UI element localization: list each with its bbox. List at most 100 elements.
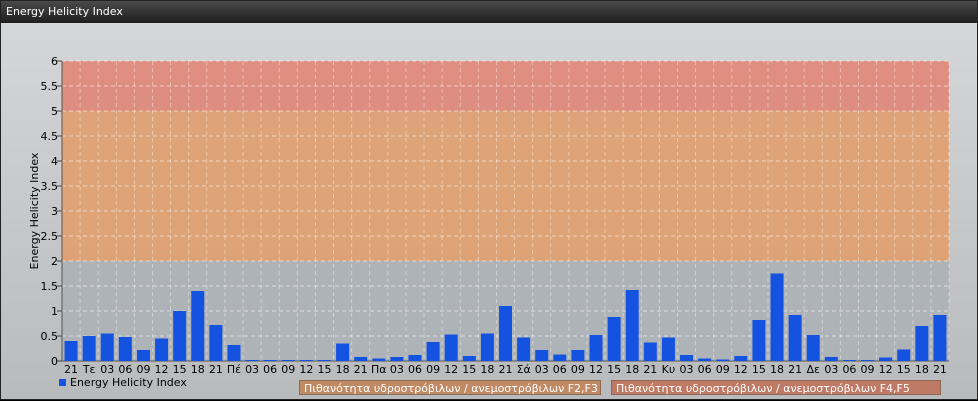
bar [245, 360, 259, 361]
bar [444, 334, 458, 361]
x-tick-label: 18 [480, 363, 494, 376]
chart-svg: 0 0.5 1 1.5 2 2.5 3 3.5 4 4.5 5 5.5 6 21 Τε 03 06 09 12 15… [28, 55, 950, 376]
x-tick-label: 06 [698, 363, 712, 376]
bar [480, 333, 494, 361]
bar [698, 358, 712, 361]
bar [589, 335, 603, 361]
bar [643, 342, 657, 361]
bar [535, 350, 549, 361]
x-tick-label: 15 [752, 363, 766, 376]
bar [752, 320, 766, 361]
bar [227, 345, 241, 361]
y-tick-label: 0.5 [41, 330, 59, 343]
x-tick-label: 09 [426, 363, 440, 376]
bar [806, 335, 820, 361]
x-tick-label: 03 [390, 363, 404, 376]
bar [263, 360, 277, 361]
bar [136, 350, 150, 361]
bar [408, 355, 422, 361]
bar [770, 273, 784, 361]
bar [716, 359, 730, 361]
bar [788, 315, 802, 361]
x-tick-label: 12 [444, 363, 458, 376]
x-tick-label: 15 [607, 363, 621, 376]
x-tick-label: 15 [897, 363, 911, 376]
bar [281, 360, 295, 361]
y-axis-label: Energy Helicity Index [28, 152, 41, 269]
x-tick-label: 06 [408, 363, 422, 376]
x-axis-ticks: 21 Τε 03 06 09 12 15 18 21 Πέ 03 06 09 12 15 18 21 Πα 03 06… [64, 363, 947, 376]
x-tick-label: 21 [499, 363, 513, 376]
x-tick-label: 03 [824, 363, 838, 376]
bar [661, 337, 675, 361]
x-tick-label: Σά [517, 363, 531, 376]
bar [499, 306, 512, 361]
bar [462, 356, 476, 361]
y-tick-label: 4 [51, 155, 58, 168]
x-tick-label: 06 [118, 363, 132, 376]
x-tick-label: Πέ [227, 363, 241, 376]
x-tick-label: Δε [806, 363, 820, 376]
bar [607, 317, 621, 361]
x-tick-label: 21 [933, 363, 947, 376]
bar [317, 360, 331, 361]
bar [118, 337, 132, 361]
bar [390, 357, 404, 361]
y-tick-label: 6 [51, 55, 58, 68]
zone-f4-f5-box: Πιθανότητα υδροστρόβιλων / ανεμοστρόβιλω… [611, 380, 941, 395]
bar [824, 357, 838, 361]
x-tick-label: 06 [263, 363, 277, 376]
x-tick-label: 21 [354, 363, 368, 376]
bar [517, 337, 531, 361]
bar [354, 357, 368, 361]
bar [734, 356, 748, 361]
y-tick-label: 0 [51, 355, 58, 368]
bar [915, 326, 929, 361]
y-tick-label: 1.5 [41, 280, 59, 293]
bar [209, 325, 223, 361]
x-tick-label: 21 [209, 363, 223, 376]
bar [173, 311, 187, 361]
y-axis-ticks: 0 0.5 1 1.5 2 2.5 3 3.5 4 4.5 5 5.5 6 [41, 55, 59, 368]
x-tick-label: 03 [535, 363, 549, 376]
x-tick-label: 21 [788, 363, 802, 376]
bar [64, 341, 78, 361]
bar [842, 360, 856, 361]
bar [372, 358, 386, 361]
chart-window: Energy Helicity Index 0 0.5 1 1.5 2 2.5 3 3.5 4 4… [0, 0, 978, 400]
x-tick-label: 09 [571, 363, 585, 376]
bar [299, 360, 313, 361]
y-tick-label: 5 [51, 105, 58, 118]
bar [625, 290, 639, 361]
bar [191, 291, 205, 361]
legend-label: Energy Helicity Index [70, 376, 187, 389]
y-tick-label: 5.5 [41, 80, 59, 93]
bar [100, 333, 114, 361]
x-tick-label: 18 [625, 363, 639, 376]
x-tick-label: 06 [553, 363, 567, 376]
bar [897, 349, 911, 361]
y-tick-label: 2.5 [41, 230, 59, 243]
series-legend[interactable]: Energy Helicity Index [59, 376, 187, 389]
y-tick-label: 3.5 [41, 180, 59, 193]
x-tick-label: 03 [680, 363, 694, 376]
y-tick-label: 1 [51, 305, 58, 318]
x-tick-label: 18 [336, 363, 350, 376]
x-tick-label: 18 [191, 363, 205, 376]
y-tick-label: 3 [51, 205, 58, 218]
x-tick-label: 12 [589, 363, 603, 376]
x-tick-label: Πα [371, 363, 387, 376]
x-tick-label: Τε [82, 363, 96, 376]
x-tick-label: 03 [100, 363, 114, 376]
x-tick-label: 12 [734, 363, 748, 376]
x-tick-label: Κυ [662, 363, 676, 376]
x-tick-label: 12 [155, 363, 169, 376]
bar [861, 360, 875, 361]
x-tick-label: 09 [136, 363, 150, 376]
x-tick-label: 09 [281, 363, 295, 376]
x-tick-label: 03 [245, 363, 259, 376]
bar [933, 315, 947, 361]
y-tick-label: 4.5 [41, 130, 59, 143]
bar [571, 350, 585, 361]
x-tick-label: 21 [643, 363, 657, 376]
